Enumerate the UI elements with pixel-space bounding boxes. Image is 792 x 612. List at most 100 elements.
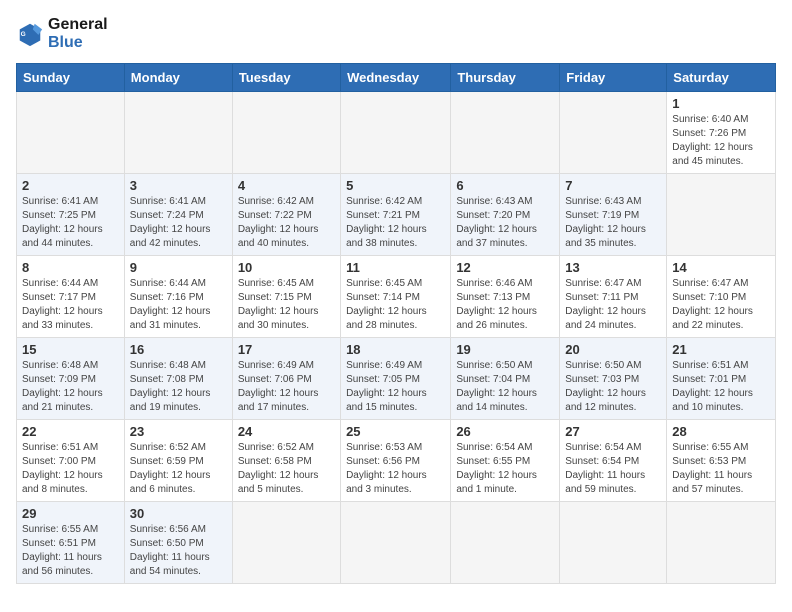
calendar-cell: 27Sunrise: 6:54 AMSunset: 6:54 PMDayligh… — [560, 420, 667, 502]
weekday-header-sunday: Sunday — [17, 64, 125, 92]
calendar-cell: 5Sunrise: 6:42 AMSunset: 7:21 PMDaylight… — [341, 174, 451, 256]
day-info: Sunrise: 6:51 AMSunset: 7:00 PMDaylight:… — [22, 441, 119, 497]
day-info: Sunrise: 6:47 AMSunset: 7:11 PMDaylight:… — [565, 277, 661, 333]
calendar-cell: 14 Sunrise: 6:47 AMSunset: 7:10 PMDayligh… — [667, 256, 776, 338]
day-number: 11 — [346, 260, 445, 275]
day-info: Sunrise: 6:41 AMSunset: 7:24 PMDaylight:… — [130, 195, 227, 251]
day-number: 7 — [565, 178, 661, 193]
day-info: Sunrise: 6:56 AMSunset: 6:50 PMDaylight:… — [130, 523, 227, 579]
day-info: Sunrise: 6:49 AMSunset: 7:05 PMDaylight:… — [346, 359, 445, 415]
day-number: 26 — [456, 424, 554, 439]
day-info: Sunrise: 6:50 AMSunset: 7:04 PMDaylight:… — [456, 359, 554, 415]
calendar-cell: 12 Sunrise: 6:46 AMSunset: 7:13 PMDayligh… — [451, 256, 560, 338]
calendar-cell — [667, 502, 776, 584]
calendar-cell: 30 Sunrise: 6:56 AMSunset: 6:50 PMDayligh… — [124, 502, 232, 584]
calendar-cell: 18 Sunrise: 6:49 AMSunset: 7:05 PMDayligh… — [341, 338, 451, 420]
weekday-header-tuesday: Tuesday — [232, 64, 340, 92]
day-number: 8 — [22, 260, 119, 275]
weekday-header-monday: Monday — [124, 64, 232, 92]
logo-text: General Blue — [48, 16, 108, 51]
day-info: Sunrise: 6:50 AMSunset: 7:03 PMDaylight:… — [565, 359, 661, 415]
day-info: Sunrise: 6:51 AMSunset: 7:01 PMDaylight:… — [672, 359, 770, 415]
day-info: Sunrise: 6:43 AMSunset: 7:20 PMDaylight:… — [456, 195, 554, 251]
day-number: 30 — [130, 506, 227, 521]
day-info: Sunrise: 6:44 AMSunset: 7:16 PMDaylight:… — [130, 277, 227, 333]
day-number: 15 — [22, 342, 119, 357]
day-info: Sunrise: 6:48 AMSunset: 7:08 PMDaylight:… — [130, 359, 227, 415]
day-info: Sunrise: 6:43 AMSunset: 7:19 PMDaylight:… — [565, 195, 661, 251]
calendar-cell: 16 Sunrise: 6:48 AMSunset: 7:08 PMDayligh… — [124, 338, 232, 420]
calendar-cell — [451, 92, 560, 174]
calendar-cell: 3Sunrise: 6:41 AMSunset: 7:24 PMDaylight… — [124, 174, 232, 256]
day-info: Sunrise: 6:49 AMSunset: 7:06 PMDaylight:… — [238, 359, 335, 415]
day-number: 19 — [456, 342, 554, 357]
calendar-cell: 28 Sunrise: 6:55 AMSunset: 6:53 PMDayligh… — [667, 420, 776, 502]
day-info: Sunrise: 6:55 AMSunset: 6:51 PMDaylight:… — [22, 523, 119, 579]
day-info: Sunrise: 6:54 AMSunset: 6:54 PMDaylight:… — [565, 441, 661, 497]
calendar-cell: 15 Sunrise: 6:48 AMSunset: 7:09 PMDayligh… — [17, 338, 125, 420]
calendar-cell: 4 Sunrise: 6:42 AMSunset: 7:22 PMDaylight… — [232, 174, 340, 256]
day-info: Sunrise: 6:53 AMSunset: 6:56 PMDaylight:… — [346, 441, 445, 497]
calendar-cell: 26 Sunrise: 6:54 AMSunset: 6:55 PMDayligh… — [451, 420, 560, 502]
day-info: Sunrise: 6:41 AMSunset: 7:25 PMDaylight:… — [22, 195, 119, 251]
calendar-cell — [451, 502, 560, 584]
day-number: 16 — [130, 342, 227, 357]
day-info: Sunrise: 6:40 AMSunset: 7:26 PMDaylight:… — [672, 113, 770, 169]
day-number: 13 — [565, 260, 661, 275]
page-header: G General Blue — [16, 16, 776, 51]
day-number: 14 — [672, 260, 770, 275]
calendar-cell: 13 Sunrise: 6:47 AMSunset: 7:11 PMDayligh… — [560, 256, 667, 338]
day-info: Sunrise: 6:52 AMSunset: 6:59 PMDaylight:… — [130, 441, 227, 497]
day-info: Sunrise: 6:44 AMSunset: 7:17 PMDaylight:… — [22, 277, 119, 333]
day-info: Sunrise: 6:46 AMSunset: 7:13 PMDaylight:… — [456, 277, 554, 333]
calendar-cell: 17 Sunrise: 6:49 AMSunset: 7:06 PMDayligh… — [232, 338, 340, 420]
calendar-cell: 8 Sunrise: 6:44 AMSunset: 7:17 PMDaylight… — [17, 256, 125, 338]
day-number: 10 — [238, 260, 335, 275]
weekday-header-thursday: Thursday — [451, 64, 560, 92]
weekday-header-wednesday: Wednesday — [341, 64, 451, 92]
calendar-cell: 21 Sunrise: 6:51 AMSunset: 7:01 PMDayligh… — [667, 338, 776, 420]
day-number: 12 — [456, 260, 554, 275]
calendar-cell: 7 Sunrise: 6:43 AMSunset: 7:19 PMDaylight… — [560, 174, 667, 256]
day-number: 18 — [346, 342, 445, 357]
day-info: Sunrise: 6:42 AMSunset: 7:22 PMDaylight:… — [238, 195, 335, 251]
logo-icon: G — [16, 20, 44, 48]
calendar-cell — [560, 502, 667, 584]
day-number: 28 — [672, 424, 770, 439]
day-info: Sunrise: 6:45 AMSunset: 7:15 PMDaylight:… — [238, 277, 335, 333]
day-number: 20 — [565, 342, 661, 357]
day-info: Sunrise: 6:42 AMSunset: 7:21 PMDaylight:… — [346, 195, 445, 251]
calendar-cell — [232, 92, 340, 174]
calendar-cell: 6Sunrise: 6:43 AMSunset: 7:20 PMDaylight… — [451, 174, 560, 256]
calendar-cell: 25 Sunrise: 6:53 AMSunset: 6:56 PMDayligh… — [341, 420, 451, 502]
day-info: Sunrise: 6:55 AMSunset: 6:53 PMDaylight:… — [672, 441, 770, 497]
calendar-table: SundayMondayTuesdayWednesdayThursdayFrid… — [16, 63, 776, 584]
weekday-header-saturday: Saturday — [667, 64, 776, 92]
calendar-cell: 29 Sunrise: 6:55 AMSunset: 6:51 PMDayligh… — [17, 502, 125, 584]
day-info: Sunrise: 6:48 AMSunset: 7:09 PMDaylight:… — [22, 359, 119, 415]
calendar-cell: 23 Sunrise: 6:52 AMSunset: 6:59 PMDayligh… — [124, 420, 232, 502]
day-number: 21 — [672, 342, 770, 357]
day-number: 17 — [238, 342, 335, 357]
day-number: 22 — [22, 424, 119, 439]
day-info: Sunrise: 6:52 AMSunset: 6:58 PMDaylight:… — [238, 441, 335, 497]
day-number: 23 — [130, 424, 227, 439]
weekday-header-friday: Friday — [560, 64, 667, 92]
calendar-cell: 2 Sunrise: 6:41 AMSunset: 7:25 PMDaylight… — [17, 174, 125, 256]
day-info: Sunrise: 6:47 AMSunset: 7:10 PMDaylight:… — [672, 277, 770, 333]
day-number: 2 — [22, 178, 119, 193]
calendar-cell — [17, 92, 125, 174]
calendar-cell: 20 Sunrise: 6:50 AMSunset: 7:03 PMDayligh… — [560, 338, 667, 420]
calendar-cell: 24Sunrise: 6:52 AMSunset: 6:58 PMDayligh… — [232, 420, 340, 502]
calendar-cell — [341, 92, 451, 174]
day-info: Sunrise: 6:45 AMSunset: 7:14 PMDaylight:… — [346, 277, 445, 333]
day-info: Sunrise: 6:54 AMSunset: 6:55 PMDaylight:… — [456, 441, 554, 497]
day-number: 29 — [22, 506, 119, 521]
calendar-cell: 19 Sunrise: 6:50 AMSunset: 7:04 PMDayligh… — [451, 338, 560, 420]
logo: G General Blue — [16, 16, 108, 51]
day-number: 25 — [346, 424, 445, 439]
svg-text:G: G — [21, 30, 26, 37]
day-number: 4 — [238, 178, 335, 193]
calendar-cell — [560, 92, 667, 174]
calendar-cell: 10 Sunrise: 6:45 AMSunset: 7:15 PMDayligh… — [232, 256, 340, 338]
